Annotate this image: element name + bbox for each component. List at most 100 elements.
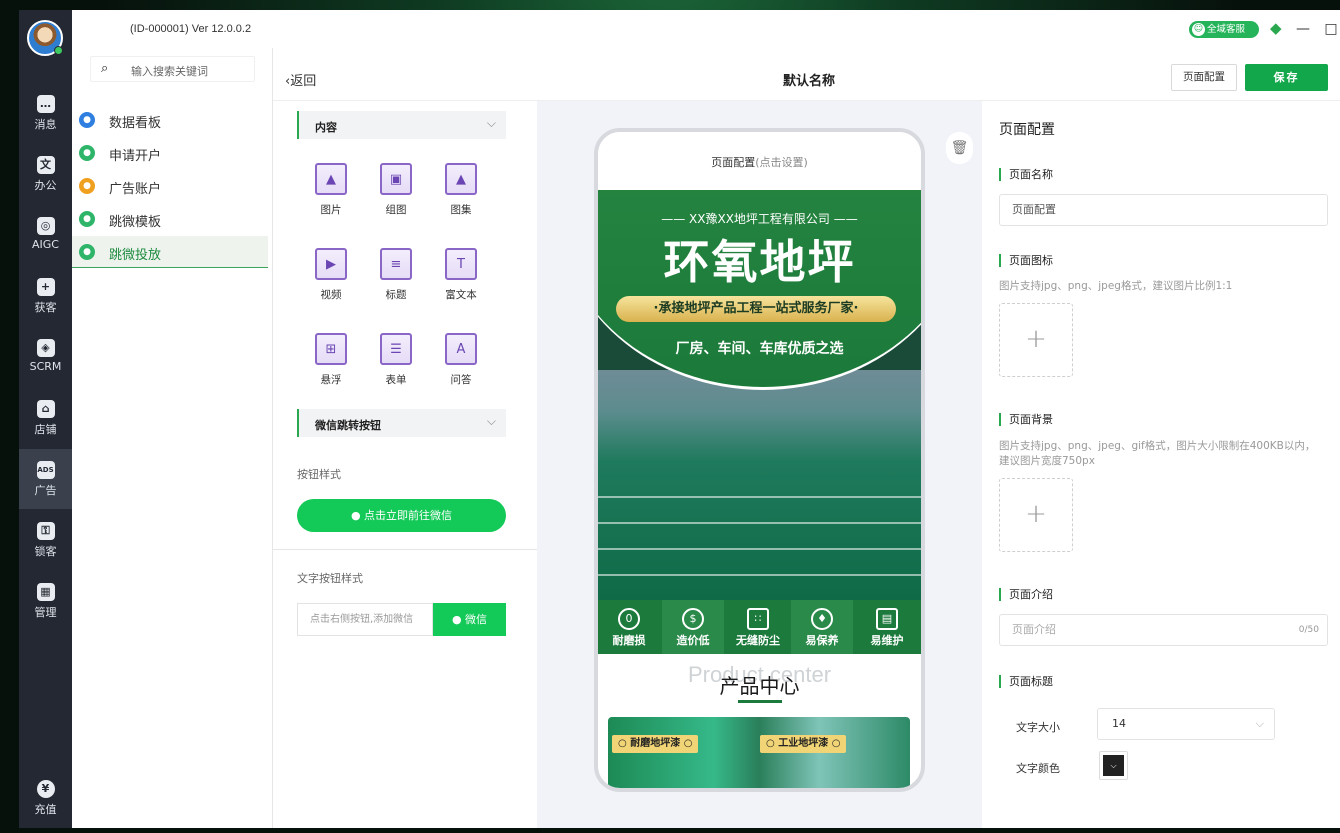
secondary-menu: ⌕ 输入搜索关键词 ● 数据看板 ● 申请开户 ● 广告账户 ● 跳微模板 ● 跳微投放	[72, 48, 273, 828]
menu-item-jump-template[interactable]: ● 跳微模板	[72, 203, 268, 235]
rail-item-office[interactable]: 文办公	[19, 144, 72, 204]
company-name: —— XX豫XX地坪工程有限公司 ——	[661, 212, 858, 226]
feature-row: 0 耐磨损 $ 造价低 ∷ 无缝防尘 ♦ 易保养 ▤ 易维护	[598, 600, 921, 654]
banner-image[interactable]: —— XX豫XX地坪工程有限公司 —— 环氧地坪 ·承接地坪产品工程一站式服务厂…	[598, 190, 921, 600]
page-icon-upload[interactable]: +	[999, 303, 1073, 377]
rail-item-lock-customer[interactable]: ⚿ 锁客	[19, 510, 72, 570]
page-title-label: 页面标题	[999, 675, 1053, 688]
char-count: 0/50	[1298, 625, 1319, 635]
menu-item-apply-account[interactable]: ● 申请开户	[72, 137, 268, 169]
product-image[interactable]	[608, 717, 910, 788]
divider	[273, 549, 537, 550]
save-button[interactable]: 保存	[1245, 64, 1328, 91]
banner-headline: 环氧地坪	[663, 235, 856, 289]
maximize-button[interactable]: □	[1320, 18, 1340, 40]
wechat-icon: ●	[451, 613, 466, 626]
page-title: 默认名称	[783, 74, 836, 89]
apply-icon: ●	[79, 145, 95, 161]
minimize-button[interactable]: —	[1292, 18, 1314, 40]
components-panel: 内容 ⌵ ▲ 图片 ▣ 组图 ▲ 图集 ▶ 视频 ≡ 标题 T 富文本 ⊞ 悬浮 ☰ 表单 A问…	[273, 101, 537, 828]
component-form[interactable]: ☰ 表单	[366, 323, 426, 393]
app-window: … 消息 文办公 ◎ AIGC + 获客 ◈ SCRM ⌂ 店铺 ADS 广告 ⚿ 锁客 ▦ 管…	[19, 10, 1340, 828]
form-icon: ☰	[380, 333, 412, 365]
product-center-title: 产品中心	[719, 674, 800, 698]
font-color-picker[interactable]: ⌵	[1099, 751, 1128, 780]
menu-item-jump-launch[interactable]: ● 跳微投放	[72, 236, 268, 268]
layers-icon[interactable]: ◆	[1270, 21, 1282, 36]
page-intro-label: 页面介绍	[999, 588, 1053, 601]
menu-item-data-dashboard[interactable]: ● 数据看板	[72, 104, 268, 136]
user-avatar[interactable]	[27, 20, 63, 56]
acquire-user-icon: +	[36, 278, 55, 296]
scrm-icon: ◈	[36, 339, 55, 357]
font-size-select[interactable]: 14 ⌵	[1097, 708, 1275, 740]
wechat-jump-button-preview[interactable]: ● 点击立即前往微信	[297, 499, 506, 532]
chevron-down-icon: ⌵	[486, 414, 496, 428]
wear-resistant-icon: 0	[618, 608, 640, 630]
text-button-input[interactable]: 点击右侧按钮,添加微信	[297, 603, 433, 636]
ads-icon: ADS	[36, 461, 55, 479]
plus-icon: +	[1025, 324, 1047, 354]
rail-item-ads[interactable]: ADS 广告	[19, 449, 72, 509]
search-input[interactable]: ⌕ 输入搜索关键词	[90, 56, 255, 82]
component-image-group[interactable]: ▣ 组图	[366, 153, 426, 223]
phone-page-config[interactable]: 页面配置(点击设置)	[598, 132, 921, 190]
page-name-input[interactable]: 页面配置	[999, 194, 1328, 226]
font-size-label: 文字大小	[1016, 721, 1060, 734]
component-video[interactable]: ▶ 视频	[301, 238, 361, 308]
rail-item-aigc[interactable]: ◎ AIGC	[19, 205, 72, 265]
floating-icon: ⊞	[315, 333, 347, 365]
rail-item-acquire[interactable]: + 获客	[19, 266, 72, 326]
chevron-down-icon: ⌵	[486, 116, 496, 130]
wechat-icon: ●	[79, 211, 95, 227]
page-name-label: 页面名称	[999, 168, 1053, 181]
feature-item: 0 耐磨损	[598, 600, 660, 654]
rail-item-messages[interactable]: … 消息	[19, 83, 72, 143]
editor-header: ‹返回 默认名称 页面配置 保存	[273, 48, 1340, 101]
app-id-version: (ID-000001) Ver 12.0.0.2	[130, 23, 252, 35]
maintenance-icon: ▤	[876, 608, 898, 630]
wechat-text-button[interactable]: ● 微信	[433, 603, 506, 636]
page-intro-input[interactable]: 页面介绍 0/50	[999, 614, 1328, 646]
rail-item-scrm[interactable]: ◈ SCRM	[19, 327, 72, 387]
page-icon-hint: 图片支持jpg、png、jpeg格式，建议图片比例1:1	[999, 280, 1233, 292]
page-config-button[interactable]: 页面配置	[1171, 64, 1237, 91]
component-gallery[interactable]: ▲ 图集	[431, 153, 491, 223]
page-background-label: 页面背景	[999, 413, 1053, 426]
feature-item: ▤ 易维护	[856, 600, 918, 654]
rail-item-store[interactable]: ⌂ 店铺	[19, 388, 72, 448]
product-tag: ○ 耐磨地坪漆 ○	[612, 735, 699, 753]
wechat-icon: ●	[79, 244, 95, 260]
page-background-upload[interactable]: +	[999, 478, 1073, 552]
video-icon: ▶	[315, 248, 347, 280]
content-section-header[interactable]: 内容 ⌵	[297, 111, 506, 139]
component-image[interactable]: ▲ 图片	[301, 153, 361, 223]
button-style-label: 按钮样式	[297, 468, 341, 481]
config-panel: 页面配置 页面名称 页面配置 页面图标 图片支持jpg、png、jpeg格式，建…	[982, 101, 1340, 828]
menu-item-ad-account[interactable]: ● 广告账户	[72, 170, 268, 202]
trash-icon[interactable]: 🗑	[946, 132, 973, 164]
feature-item: ♦ 易保养	[791, 600, 853, 654]
component-rich-text[interactable]: T 富文本	[431, 238, 491, 308]
left-rail: … 消息 文办公 ◎ AIGC + 获客 ◈ SCRM ⌂ 店铺 ADS 广告 ⚿ 锁客 ▦ 管…	[19, 10, 72, 828]
rail-item-manage[interactable]: ▦ 管理	[19, 571, 72, 631]
title-bar: (ID-000001) Ver 12.0.0.2 ☺全域客服 ◆ — □ ✕	[72, 10, 1340, 48]
qa-icon: A	[445, 333, 477, 365]
grid-icon: ▦	[36, 583, 55, 601]
office-icon: 文	[36, 156, 55, 174]
dustproof-icon: ∷	[747, 608, 769, 630]
chevron-down-icon: ⌵	[1103, 755, 1124, 776]
rail-item-recharge[interactable]: ¥ 充值	[19, 768, 72, 828]
product-tag: ○ 工业地坪漆 ○	[760, 735, 847, 753]
wechat-section-header[interactable]: 微信跳转按钮 ⌵	[297, 409, 506, 437]
store-icon: ⌂	[36, 400, 55, 418]
component-floating[interactable]: ⊞ 悬浮	[301, 323, 361, 393]
wechat-icon: ●	[350, 509, 365, 522]
yen-icon: ¥	[36, 780, 55, 798]
diamond-icon: ♦	[811, 608, 833, 630]
back-link[interactable]: ‹返回	[285, 70, 316, 89]
customer-service-button[interactable]: ☺ 全域客服	[1189, 21, 1259, 38]
rich-text-icon: T	[445, 248, 477, 280]
component-qa[interactable]: A 问答	[431, 323, 491, 393]
component-heading[interactable]: ≡ 标题	[366, 238, 426, 308]
